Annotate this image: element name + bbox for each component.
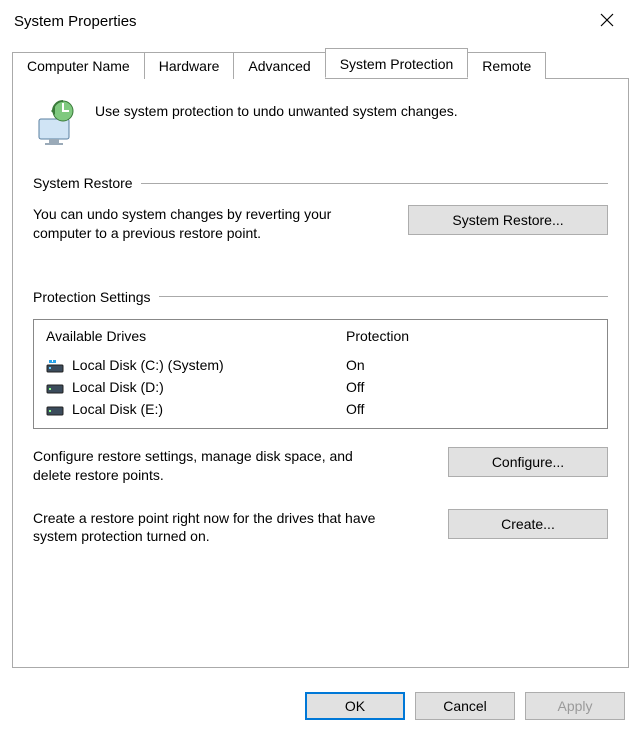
drive-name: Local Disk (D:) <box>72 379 164 395</box>
intro-text: Use system protection to undo unwanted s… <box>95 97 458 119</box>
create-button[interactable]: Create... <box>448 509 608 539</box>
divider <box>141 183 608 184</box>
system-restore-button[interactable]: System Restore... <box>408 205 608 235</box>
close-icon <box>600 13 614 27</box>
tab-hardware[interactable]: Hardware <box>144 52 235 79</box>
ok-button[interactable]: OK <box>305 692 405 720</box>
drive-protection: On <box>346 357 595 373</box>
drives-table-header: Available Drives Protection <box>34 320 607 354</box>
protection-settings-heading: Protection Settings <box>33 289 151 305</box>
system-restore-heading: System Restore <box>33 175 133 191</box>
close-button[interactable] <box>587 11 627 32</box>
create-description: Create a restore point right now for the… <box>33 509 413 547</box>
table-row[interactable]: Local Disk (E:) Off <box>34 398 607 420</box>
window-title: System Properties <box>14 13 137 30</box>
titlebar: System Properties <box>0 0 641 40</box>
drive-name: Local Disk (E:) <box>72 401 163 417</box>
divider <box>159 296 608 297</box>
configure-button[interactable]: Configure... <box>448 447 608 477</box>
drive-protection: Off <box>346 379 595 395</box>
drives-table[interactable]: Available Drives Protection Local Disk (… <box>33 319 608 429</box>
disk-icon <box>46 359 64 371</box>
disk-icon <box>46 403 64 415</box>
column-header-protection: Protection <box>346 328 595 344</box>
table-row[interactable]: Local Disk (D:) Off <box>34 376 607 398</box>
drive-name: Local Disk (C:) (System) <box>72 357 224 373</box>
drive-protection: Off <box>346 401 595 417</box>
system-properties-window: System Properties Computer Name Hardware… <box>0 0 641 734</box>
tab-advanced[interactable]: Advanced <box>233 52 325 79</box>
system-restore-description: You can undo system changes by reverting… <box>33 205 383 243</box>
disk-icon <box>46 381 64 393</box>
tab-panel-system-protection: Use system protection to undo unwanted s… <box>12 78 629 668</box>
table-row[interactable]: Local Disk (C:) (System) On <box>34 354 607 376</box>
system-protection-icon <box>33 97 81 145</box>
configure-description: Configure restore settings, manage disk … <box>33 447 383 485</box>
tab-remote[interactable]: Remote <box>467 52 546 79</box>
tab-system-protection[interactable]: System Protection <box>325 48 469 78</box>
column-header-drives: Available Drives <box>46 328 346 344</box>
dialog-button-row: OK Cancel Apply <box>305 692 625 720</box>
tab-strip: Computer Name Hardware Advanced System P… <box>12 48 629 78</box>
apply-button[interactable]: Apply <box>525 692 625 720</box>
cancel-button[interactable]: Cancel <box>415 692 515 720</box>
tab-computer-name[interactable]: Computer Name <box>12 52 145 79</box>
